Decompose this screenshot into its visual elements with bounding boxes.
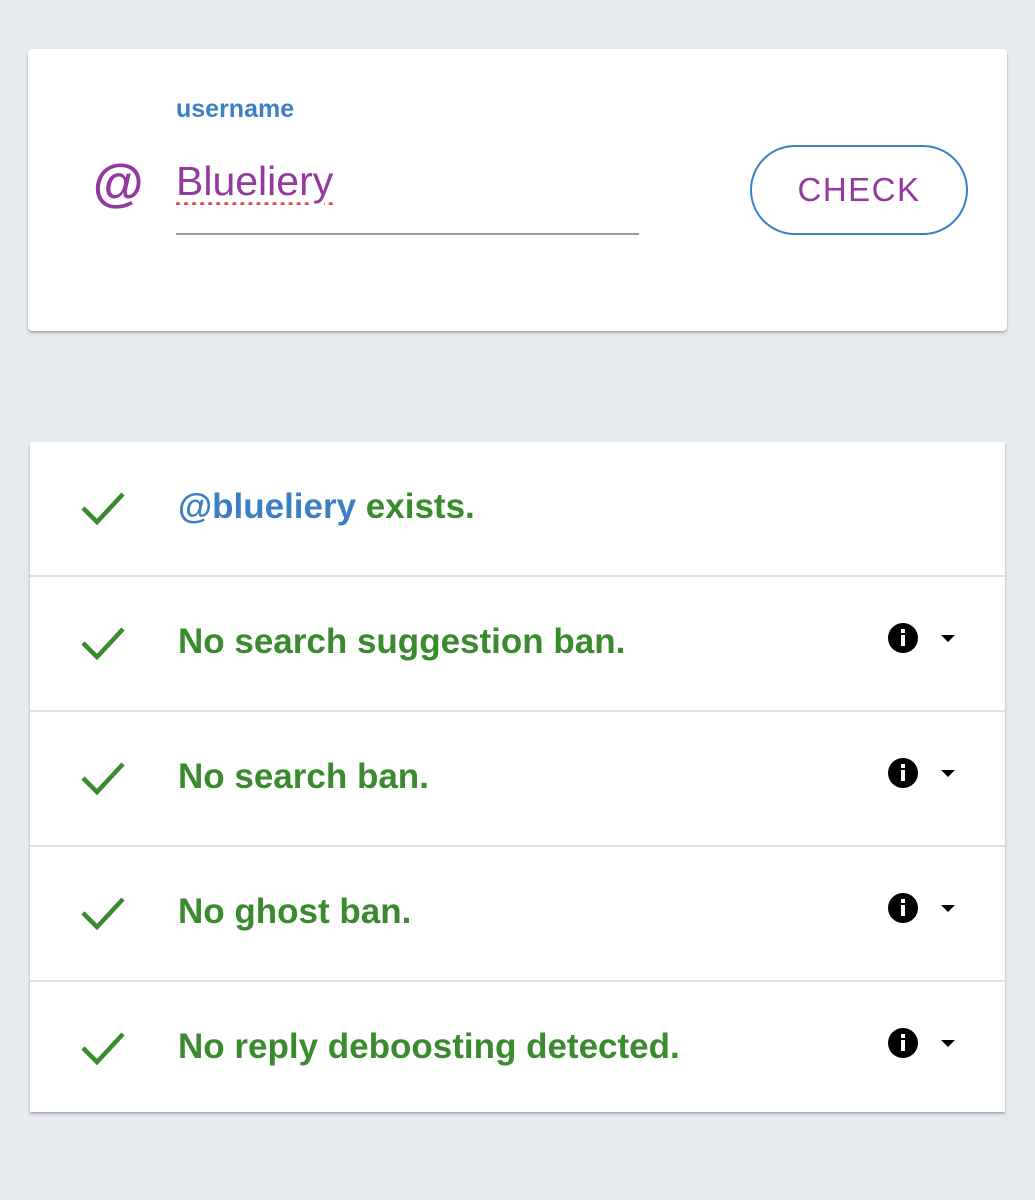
result-text: No search suggestion ban. bbox=[178, 622, 626, 661]
results-list: @blueliery exists. No search suggestion … bbox=[30, 442, 1005, 1112]
checkmark-icon bbox=[81, 492, 125, 526]
username-field[interactable]: username bbox=[176, 91, 639, 237]
info-icon bbox=[888, 623, 918, 653]
check-button[interactable]: CHECK bbox=[750, 145, 968, 235]
result-row-search-ban: No search ban. bbox=[30, 712, 1005, 847]
info-dropdown-toggle[interactable] bbox=[882, 1024, 962, 1064]
caret-down-icon bbox=[941, 1040, 955, 1047]
info-dropdown-toggle[interactable] bbox=[882, 889, 962, 929]
result-text: No search ban. bbox=[178, 757, 429, 796]
result-text: No ghost ban. bbox=[178, 892, 412, 931]
username-label: username bbox=[176, 95, 295, 123]
result-row-exists: @blueliery exists. bbox=[30, 442, 1005, 577]
checkmark-icon bbox=[81, 897, 125, 931]
info-icon bbox=[888, 1028, 918, 1058]
info-dropdown-toggle[interactable] bbox=[882, 619, 962, 659]
result-row-search-suggestion-ban: No search suggestion ban. bbox=[30, 577, 1005, 712]
checkmark-icon bbox=[81, 627, 125, 661]
caret-down-icon bbox=[941, 635, 955, 642]
info-dropdown-toggle[interactable] bbox=[882, 754, 962, 794]
caret-down-icon bbox=[941, 770, 955, 777]
username-card: @ username CHECK bbox=[28, 49, 1007, 331]
username-input[interactable] bbox=[176, 151, 639, 211]
at-sign-icon: @ bbox=[92, 155, 143, 213]
checkmark-icon bbox=[81, 762, 125, 796]
username-handle[interactable]: @blueliery bbox=[178, 487, 356, 526]
result-text: @blueliery exists. bbox=[178, 485, 475, 529]
result-row-reply-deboosting: No reply deboosting detected. bbox=[30, 982, 1005, 1115]
info-icon bbox=[888, 893, 918, 923]
caret-down-icon bbox=[941, 905, 955, 912]
result-text: No reply deboosting detected. bbox=[178, 1027, 680, 1066]
checkmark-icon bbox=[81, 1032, 125, 1066]
info-icon bbox=[888, 758, 918, 788]
result-message: exists. bbox=[356, 487, 475, 526]
result-row-ghost-ban: No ghost ban. bbox=[30, 847, 1005, 982]
username-underline bbox=[176, 233, 639, 235]
